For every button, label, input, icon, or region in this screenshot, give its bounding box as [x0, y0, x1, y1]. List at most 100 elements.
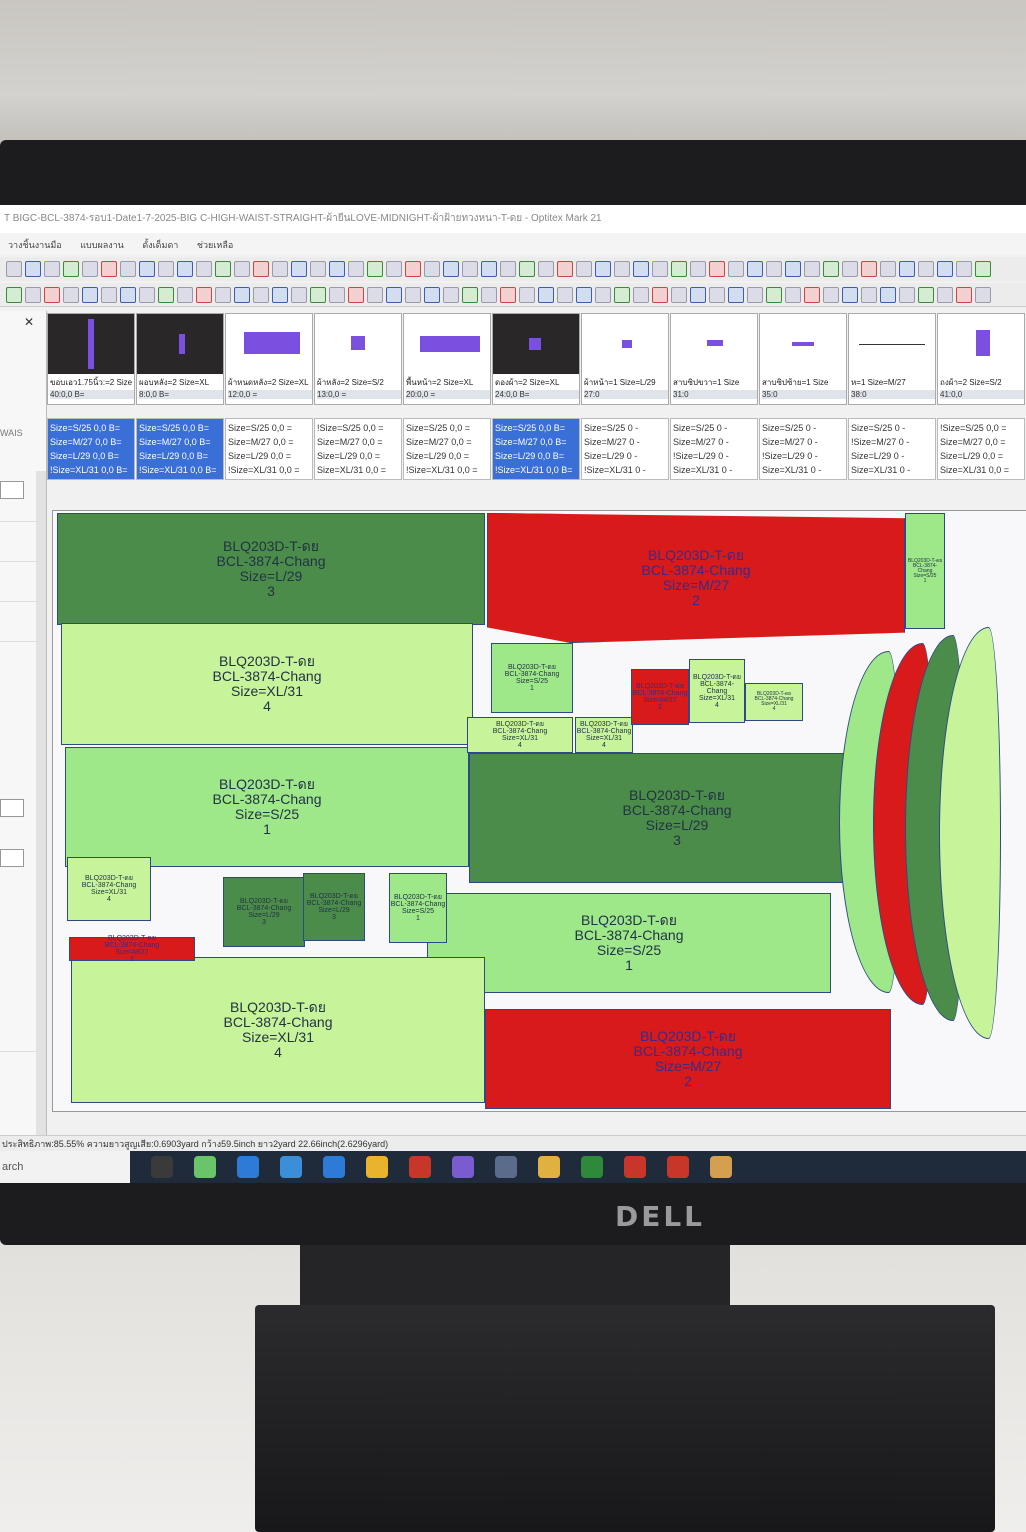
- marker-canvas[interactable]: BLQ203D-T-ดย BCL-3874-Chang Size=L/29 3 B…: [52, 510, 1026, 1112]
- toolbar-button[interactable]: [576, 286, 592, 303]
- toolbar-button[interactable]: [462, 261, 478, 277]
- piece-thumbnail[interactable]: ผ้าหน้า=1 Size=L/29 27:0: [581, 313, 669, 405]
- size-entry[interactable]: Size=L/29 0,0 B=: [139, 449, 221, 463]
- taskbar-app-icon[interactable]: [624, 1156, 646, 1178]
- toolbar-button[interactable]: [804, 261, 820, 277]
- toolbar-button[interactable]: [82, 261, 98, 277]
- toolbar-button[interactable]: [785, 286, 801, 303]
- toolbar-button[interactable]: [405, 286, 421, 303]
- size-list[interactable]: Size=S/25 0 - Size=M/27 0 - !Size=L/29 0 -…: [670, 418, 758, 480]
- marker-piece[interactable]: BLQ203D-T-ดย BCL-3874-Chang Size=L/29 3: [57, 513, 485, 625]
- size-entry[interactable]: Size=S/25 0,0 B=: [139, 421, 221, 435]
- size-entry[interactable]: Size=L/29 0 -: [851, 449, 933, 463]
- toolbar-button[interactable]: [652, 261, 668, 277]
- size-entry[interactable]: !Size=XL/31 0 -: [584, 463, 666, 477]
- size-entry[interactable]: Size=S/25 0,0 =: [228, 421, 310, 435]
- piece-thumbnail[interactable]: สาบซิปซ้าย=1 Size 35:0: [759, 313, 847, 405]
- toolbar-button[interactable]: [348, 286, 364, 303]
- piece-thumbnail[interactable]: ถงผ้า=2 Size=S/2 41:0,0: [937, 313, 1025, 405]
- left-panel-field[interactable]: [0, 849, 24, 867]
- toolbar-button[interactable]: [101, 286, 117, 303]
- size-entry[interactable]: Size=M/27 0,0 =: [406, 435, 488, 449]
- size-entry[interactable]: Size=M/27 0,0 B=: [50, 435, 132, 449]
- left-panel-scrollbar[interactable]: [36, 471, 46, 1161]
- size-entry[interactable]: !Size=XL/31 0,0 B=: [139, 463, 221, 477]
- marker-piece[interactable]: BLQ203D-T-ดย BCL-3874-Chang Size=XL/31 4: [575, 717, 633, 753]
- marker-piece[interactable]: BLQ203D-T-ดย BCL-3874-Chang Size=S/25 1: [905, 513, 945, 629]
- toolbar-button[interactable]: [6, 261, 22, 277]
- toolbar-button[interactable]: [120, 286, 136, 303]
- toolbar-button[interactable]: [177, 261, 193, 277]
- size-entry[interactable]: Size=L/29 0,0 B=: [495, 449, 577, 463]
- piece-thumbnail[interactable]: ขอบเอว1.75นิ้ว:=2 Size 40:0,0 B=: [47, 313, 135, 405]
- toolbar-button[interactable]: [937, 286, 953, 303]
- size-entry[interactable]: Size=L/29 0,0 B=: [50, 449, 132, 463]
- size-entry[interactable]: Size=XL/31 0 -: [762, 463, 844, 477]
- toolbar-button[interactable]: [918, 286, 934, 303]
- toolbar-button[interactable]: [481, 286, 497, 303]
- toolbar-button[interactable]: [804, 286, 820, 303]
- menu-item[interactable]: ช่วยเหลือ: [189, 233, 241, 257]
- toolbar-button[interactable]: [595, 261, 611, 277]
- toolbar-button[interactable]: [82, 286, 98, 303]
- toolbar-button[interactable]: [880, 261, 896, 277]
- toolbar-button[interactable]: [6, 286, 22, 303]
- toolbar-button[interactable]: [234, 261, 250, 277]
- size-entry[interactable]: Size=M/27 0,0 =: [228, 435, 310, 449]
- toolbar-button[interactable]: [918, 261, 934, 277]
- size-entry[interactable]: Size=M/27 0 -: [673, 435, 755, 449]
- toolbar-button[interactable]: [880, 286, 896, 303]
- size-entry[interactable]: Size=L/29 0,0 =: [317, 449, 399, 463]
- toolbar-button[interactable]: [196, 286, 212, 303]
- size-entry[interactable]: Size=S/25 0,0 B=: [50, 421, 132, 435]
- marker-piece[interactable]: BLQ203D-T-ดย BCL-3874-Chang Size=L/29 3: [469, 753, 885, 883]
- toolbar-button[interactable]: [709, 261, 725, 277]
- toolbar-button[interactable]: [63, 261, 79, 277]
- toolbar-button[interactable]: [44, 286, 60, 303]
- size-entry[interactable]: Size=M/27 0 -: [762, 435, 844, 449]
- size-entry[interactable]: Size=M/27 0,0 B=: [495, 435, 577, 449]
- toolbar-button[interactable]: [538, 261, 554, 277]
- toolbar-button[interactable]: [367, 261, 383, 277]
- toolbar-button[interactable]: [557, 286, 573, 303]
- toolbar-button[interactable]: [44, 261, 60, 277]
- toolbar-button[interactable]: [481, 261, 497, 277]
- toolbar-button[interactable]: [500, 286, 516, 303]
- left-panel-field[interactable]: [0, 481, 24, 499]
- marker-piece[interactable]: BLQ203D-T-ดย BCL-3874-Chang Size=L/29 3: [303, 873, 365, 941]
- size-entry[interactable]: Size=S/25 0,0 B=: [495, 421, 577, 435]
- toolbar-button[interactable]: [956, 261, 972, 277]
- toolbar-button[interactable]: [367, 286, 383, 303]
- toolbar-button[interactable]: [139, 286, 155, 303]
- toolbar-button[interactable]: [253, 286, 269, 303]
- size-entry[interactable]: Size=S/25 0 -: [673, 421, 755, 435]
- toolbar-button[interactable]: [728, 286, 744, 303]
- toolbar-button[interactable]: [633, 261, 649, 277]
- toolbar-button[interactable]: [557, 261, 573, 277]
- toolbar-button[interactable]: [614, 286, 630, 303]
- toolbar-button[interactable]: [120, 261, 136, 277]
- toolbar-button[interactable]: [519, 261, 535, 277]
- menu-item[interactable]: ดั้งเด็มดา: [134, 233, 186, 257]
- toolbar-button[interactable]: [538, 286, 554, 303]
- taskbar-app-icon[interactable]: [323, 1156, 345, 1178]
- size-entry[interactable]: Size=S/25 0 -: [584, 421, 666, 435]
- taskbar-app-icon[interactable]: [667, 1156, 689, 1178]
- marker-piece[interactable]: BLQ203D-T-ดย BCL-3874-Chang Size=M/27 2: [69, 935, 195, 963]
- piece-thumbnail[interactable]: สาบซิปขวา=1 Size 31:0: [670, 313, 758, 405]
- size-entry[interactable]: !Size=L/29 0 -: [762, 449, 844, 463]
- toolbar-button[interactable]: [253, 261, 269, 277]
- toolbar-button[interactable]: [291, 286, 307, 303]
- size-list[interactable]: !Size=S/25 0,0 = Size=M/27 0,0 = Size=L/29…: [314, 418, 402, 480]
- toolbar-button[interactable]: [25, 261, 41, 277]
- toolbar-button[interactable]: [576, 261, 592, 277]
- marker-piece[interactable]: BLQ203D-T-ดย BCL-3874-Chang Size=S/25 1: [427, 893, 831, 993]
- marker-piece[interactable]: BLQ203D-T-ดย BCL-3874-Chang Size=XL/31 4: [689, 659, 745, 723]
- size-entry[interactable]: Size=M/27 0,0 =: [317, 435, 399, 449]
- size-entry[interactable]: !Size=M/27 0 -: [851, 435, 933, 449]
- marker-piece[interactable]: BLQ203D-T-ดย BCL-3874-Chang Size=S/25 1: [65, 747, 469, 867]
- toolbar-button[interactable]: [842, 286, 858, 303]
- size-entry[interactable]: !Size=S/25 0,0 =: [940, 421, 1022, 435]
- taskbar-app-icon[interactable]: [280, 1156, 302, 1178]
- taskbar-app-icon[interactable]: [710, 1156, 732, 1178]
